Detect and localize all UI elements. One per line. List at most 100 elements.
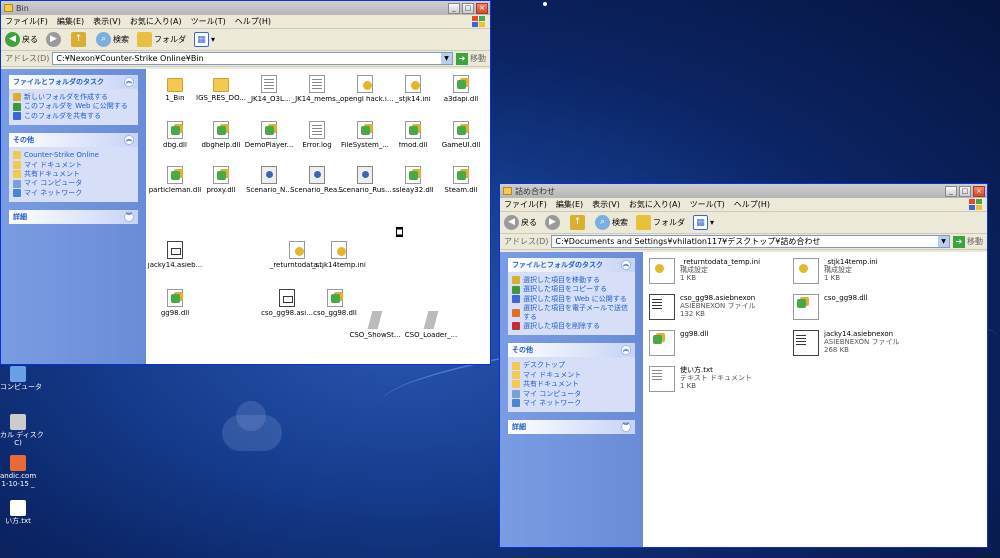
menu-item[interactable]: お気に入り(A) (130, 16, 182, 27)
search-button[interactable]: ⌕ 検索 (96, 32, 129, 47)
place-item[interactable]: マイ ドキュメント (512, 371, 631, 379)
menu-item[interactable]: ヘルプ(H) (734, 199, 770, 210)
menu-item[interactable]: 編集(E) (556, 199, 583, 210)
title-bar[interactable]: 詰め合わせ _ □ × (500, 184, 987, 198)
collapse-chevron-icon[interactable]: ︽ (124, 77, 134, 87)
folder-icon (503, 187, 512, 195)
maximize-button[interactable]: □ (462, 2, 474, 14)
desktop-icon[interactable]: い方.txt (0, 500, 36, 526)
place-item[interactable]: マイ ネットワーク (512, 399, 631, 408)
details-header[interactable]: 詳細 ︾ (508, 420, 635, 435)
file-tile[interactable]: cso_gg98.asiebnexon ASIEBNEXON ファイル 132 KB (649, 294, 756, 320)
file-tile[interactable]: jacky14.asiebnexon ASIEBNEXON ファイル 268 KB (793, 330, 900, 356)
task-item[interactable]: 選択した項目を Web に公開する (512, 295, 631, 303)
expand-chevron-icon[interactable]: ︾ (124, 212, 134, 223)
details-panel: 詳細 ︾ (9, 210, 138, 225)
file-tile[interactable]: _stjk14temp.ini 構成設定 1 KB (793, 258, 878, 284)
place-item[interactable]: マイ コンピュータ (13, 179, 134, 188)
collapse-chevron-icon[interactable]: ︽ (621, 260, 631, 270)
forward-button[interactable]: ▶ (545, 215, 562, 230)
menu-item[interactable]: お気に入り(A) (629, 199, 681, 210)
file-tile[interactable]: _returntodata_temp.ini 構成設定 1 KB (649, 258, 760, 284)
txt-file-icon (261, 75, 277, 93)
place-item[interactable]: Counter-Strike Online (13, 151, 134, 160)
task-item[interactable]: このフォルダを Web に公開する (13, 102, 134, 111)
desktop-icon[interactable]: カル ディスク C) (0, 414, 44, 447)
task-item[interactable]: 選択した項目をコピーする (512, 285, 631, 294)
file-tasks-header[interactable]: ファイルとフォルダのタスク ︽ (508, 258, 635, 272)
menu-item[interactable]: 編集(E) (57, 16, 84, 27)
task-item[interactable]: 新しいフォルダを作成する (13, 93, 134, 102)
task-item[interactable]: このフォルダを共有する (13, 112, 134, 120)
desktop-icon-label: andic.com 1-10-15 _ (0, 472, 37, 488)
close-button[interactable]: × (973, 185, 985, 197)
menu-item[interactable]: ツール(T) (690, 199, 725, 210)
minimize-button[interactable]: _ (945, 185, 957, 197)
folders-button[interactable]: フォルダ (636, 215, 685, 230)
go-button[interactable]: ➜ 移動 (953, 235, 983, 248)
forward-button[interactable]: ▶ (46, 32, 63, 47)
address-input[interactable]: C:¥Nexon¥Counter-Strike Online¥Bin ▼ (52, 52, 453, 65)
file-tasks-header[interactable]: ファイルとフォルダのタスク ︽ (9, 75, 138, 89)
file-item[interactable]: CSO_ShowSt... (346, 311, 404, 340)
place-item[interactable]: マイ ドキュメント (13, 161, 134, 169)
desktop-icon[interactable]: andic.com 1-10-15 _ (0, 455, 36, 488)
file-type: ASIEBNEXON ファイル (680, 302, 756, 311)
up-button[interactable]: ↑ (570, 215, 587, 230)
title-bar[interactable]: Bin _ □ × (1, 1, 490, 15)
place-item[interactable]: 共有ドキュメント (512, 380, 631, 389)
other-places-header[interactable]: その他 ︽ (508, 343, 635, 358)
place-item[interactable]: デスクトップ (512, 361, 631, 370)
dll-file-icon (213, 121, 229, 139)
text-file-icon (10, 500, 26, 516)
menu-item[interactable]: ファイル(F) (5, 16, 48, 27)
back-button[interactable]: ◀ 戻る (5, 32, 38, 47)
dll-file-icon (405, 121, 421, 139)
desktop-icon[interactable]: コンピュータ (0, 366, 42, 392)
search-button[interactable]: ⌕ 検索 (595, 215, 628, 230)
up-button[interactable]: ↑ (71, 32, 88, 47)
dll-file-icon (167, 289, 183, 307)
collapse-chevron-icon[interactable]: ︽ (124, 135, 134, 146)
file-item[interactable]: CSO_Loader_... (402, 311, 460, 340)
place-label: マイ ドキュメント (24, 160, 83, 169)
other-places-header[interactable]: その他 ︽ (9, 133, 138, 148)
file-item[interactable]: b (472, 75, 490, 104)
task-item[interactable]: 選択した項目を電子メールで送信する (512, 304, 631, 321)
folders-button[interactable]: フォルダ (137, 32, 186, 47)
collapse-chevron-icon[interactable]: ︽ (621, 345, 631, 356)
place-item[interactable]: マイ ネットワーク (13, 189, 134, 197)
minimize-button[interactable]: _ (448, 2, 460, 14)
file-tile[interactable]: gg98.dll (649, 330, 708, 356)
place-label: 共有ドキュメント (523, 380, 579, 389)
file-item[interactable]: h (472, 121, 490, 150)
file-item[interactable]: Steam.dll (432, 166, 490, 195)
maximize-button[interactable]: □ (959, 185, 971, 197)
menu-item[interactable]: ファイル(F) (504, 199, 547, 210)
file-item[interactable]: jacky14.asieb... (146, 241, 204, 270)
file-item[interactable]: _stjk14temp.ini (310, 241, 368, 270)
details-header[interactable]: 詳細 ︾ (9, 210, 138, 225)
place-item[interactable]: マイ コンピュータ (512, 390, 631, 398)
file-item[interactable]: gg98.dll (146, 289, 204, 318)
place-item[interactable]: 共有ドキュメント (13, 170, 134, 179)
views-button[interactable]: ▦ ▾ (194, 32, 215, 47)
address-bar: アドレス(D) C:¥Nexon¥Counter-Strike Online¥B… (1, 51, 490, 67)
menu-item[interactable]: ツール(T) (191, 16, 226, 27)
menu-item[interactable]: 表示(V) (592, 199, 620, 210)
txt-file-icon (309, 121, 325, 139)
task-item[interactable]: 選択した項目を削除する (512, 322, 631, 331)
address-dropdown-icon[interactable]: ▼ (938, 236, 949, 247)
back-button[interactable]: ◀ 戻る (504, 215, 537, 230)
expand-chevron-icon[interactable]: ︾ (621, 422, 631, 433)
go-button[interactable]: ➜ 移動 (456, 52, 486, 65)
file-tile[interactable]: cso_gg98.dll (793, 294, 868, 320)
menu-item[interactable]: ヘルプ(H) (235, 16, 271, 27)
close-button[interactable]: × (476, 2, 488, 14)
task-item[interactable]: 選択した項目を移動する (512, 276, 631, 285)
address-dropdown-icon[interactable]: ▼ (441, 53, 452, 64)
file-tile[interactable]: 使い方.txt テキスト ドキュメント 1 KB (649, 366, 752, 392)
views-button[interactable]: ▦ ▾ (693, 215, 714, 230)
address-input[interactable]: C:¥Documents and Settings¥vhilatlon117¥デ… (551, 235, 950, 248)
menu-item[interactable]: 表示(V) (93, 16, 121, 27)
